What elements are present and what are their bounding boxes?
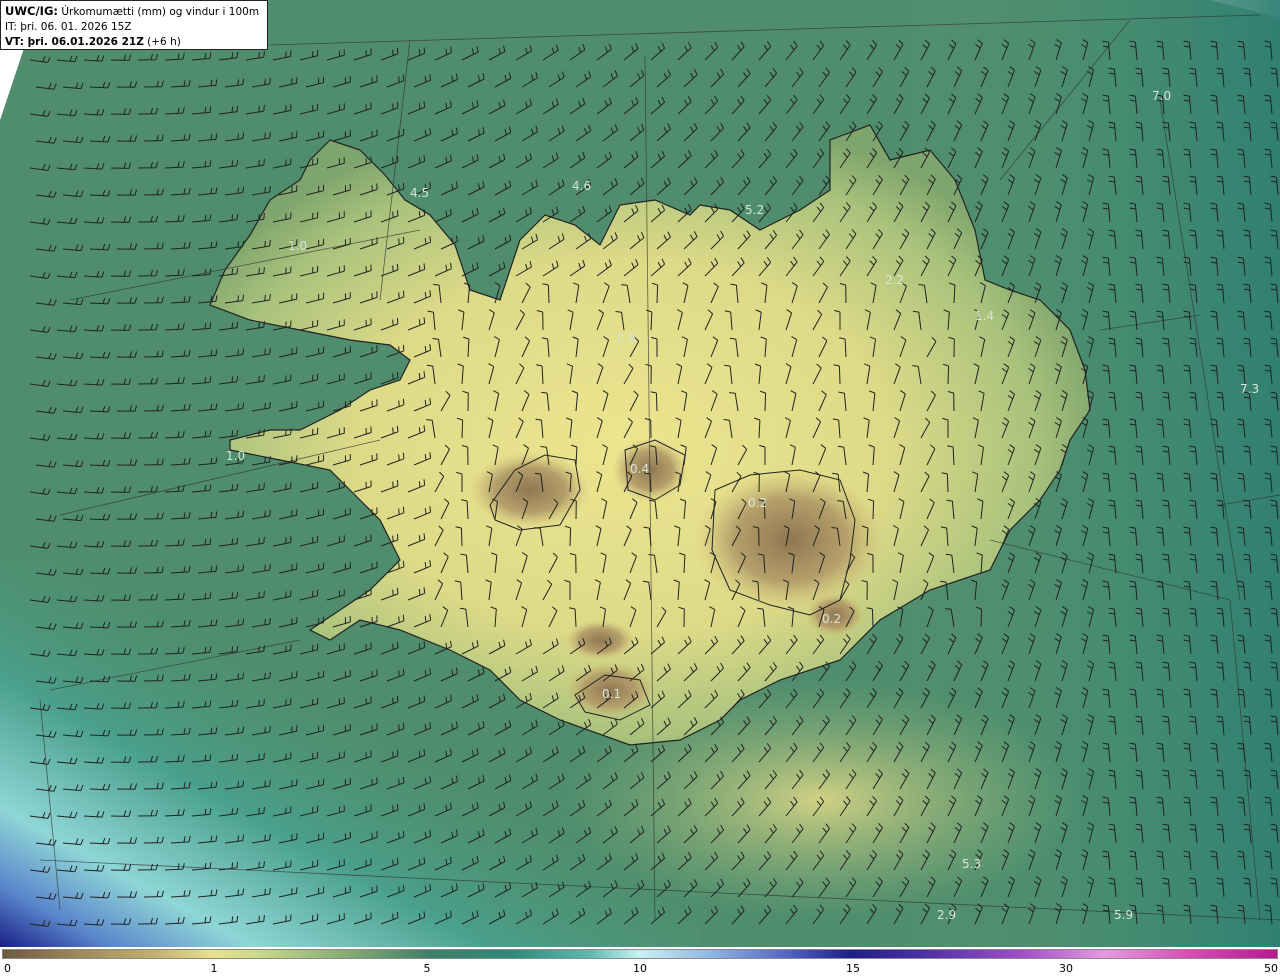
- colorbar-tick: 5: [423, 962, 431, 975]
- map-value-label: 7.3: [1240, 382, 1259, 396]
- map-value-label: 4.5: [410, 186, 429, 200]
- highland-vatnajokull: [695, 470, 885, 610]
- map-value-label: 1.0: [226, 449, 245, 463]
- product-title: Úrkomumætti (mm) og vindur i 100m hæð: [61, 6, 263, 18]
- colorbar-tick: 0: [4, 962, 11, 975]
- map-value-label: 0.1: [602, 687, 621, 701]
- model-name: UWC/IG:: [5, 4, 58, 18]
- map-value-label: 1.4: [975, 309, 994, 323]
- map-canvas: 4.5 4.6 5.2 7.0 1.0 2.2 0.8 1.4 7.3 1.0 …: [0, 0, 1280, 947]
- valid-time: VT: þri. 06.01.2026 21Z: [5, 36, 144, 48]
- forecast-info-box: UWC/IG: Úrkomumætti (mm) og vindur i 100…: [0, 0, 268, 50]
- colorbar-tick: 10: [633, 962, 647, 975]
- colorbar-tick: 30: [1059, 962, 1073, 975]
- map-value-label: 4.6: [572, 179, 591, 193]
- map-value-label: 2.2: [885, 273, 904, 287]
- colorbar-gradient: [2, 949, 1278, 959]
- colorbar-tick: 50: [1264, 962, 1278, 975]
- map-value-label: 5.9: [1114, 908, 1133, 922]
- valid-time-row: VT: þri. 06.01.2026 21Z (+6 h): [5, 35, 263, 50]
- map-value-label: 0.2: [822, 612, 841, 626]
- colorbar-tick: 15: [846, 962, 860, 975]
- precip-colorbar: 0 1 5 10 15 30 50: [0, 947, 1280, 978]
- map-value-label: 0.8: [617, 331, 636, 345]
- map-value-label: 2.9: [937, 908, 956, 922]
- map-value-label: 0.4: [630, 462, 649, 476]
- colorbar-tick: 1: [210, 962, 218, 975]
- init-time: IT: þri. 06. 01. 2026 15Z: [5, 21, 132, 33]
- highland-langjokull: [470, 452, 590, 528]
- valid-offset: (+6 h): [147, 36, 181, 48]
- map-value-label: 0.2: [748, 496, 767, 510]
- info-title-row: UWC/IG: Úrkomumætti (mm) og vindur i 100…: [5, 4, 263, 20]
- map-value-label: 5.3: [962, 857, 981, 871]
- forecast-map: 4.5 4.6 5.2 7.0 1.0 2.2 0.8 1.4 7.3 1.0 …: [0, 0, 1280, 978]
- map-value-label: 1.0: [288, 239, 307, 253]
- map-value-label: 7.0: [1152, 89, 1171, 103]
- map-value-label: 5.2: [745, 203, 764, 217]
